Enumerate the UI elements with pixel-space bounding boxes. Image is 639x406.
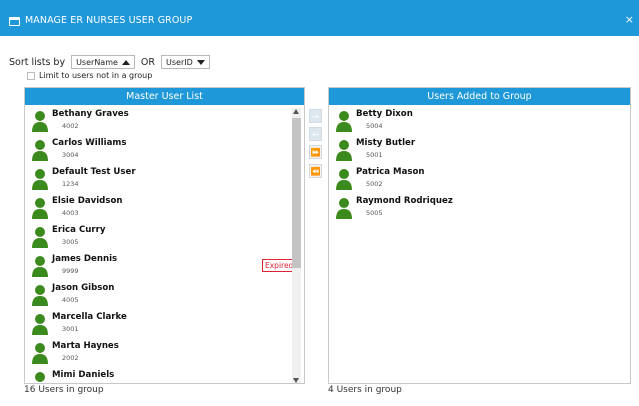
group-count: 4 Users in group [328,385,402,395]
user-name: Marta Haynes [52,341,119,351]
master-user-list[interactable]: Bethany Graves 4002 Carlos Williams 3004 Def… [25,105,304,383]
user-name: Marcella Clarke [52,312,127,322]
user-list-item[interactable]: Erica Curry 3005 [32,223,302,251]
user-list-item[interactable]: Betty Dixon 5004 [336,107,606,135]
user-avatar-icon [336,139,352,161]
remove-all-button[interactable]: ⏪ [309,164,322,178]
user-list-item[interactable]: Jason Gibson 4005 [32,281,302,309]
sort-ascending-icon [121,59,130,65]
user-name: Misty Butler [356,138,416,148]
user-avatar-icon [336,110,352,132]
user-avatar-icon [32,197,48,219]
user-avatar-icon [32,255,48,277]
user-avatar-icon [32,139,48,161]
sort-label: Sort lists by [9,56,66,68]
sort-or-text: OR [140,56,156,68]
sort-userid-label: UserID [166,57,193,67]
dialog-titlebar: MANAGE ER NURSES USER GROUP × [0,0,639,36]
sort-username-label: UserName [76,57,118,67]
user-list-item[interactable]: Misty Butler 5001 [336,136,606,164]
user-name: Jason Gibson [52,283,115,293]
user-id: 3004 [62,151,79,159]
user-list-item[interactable]: Bethany Graves 4002 [32,107,302,135]
window-icon [9,17,20,26]
user-avatar-icon [32,313,48,335]
user-id: 5001 [366,151,383,159]
user-avatar-icon [32,168,48,190]
user-list-item[interactable]: Default Test User 1234 [32,165,302,193]
user-id: 2002 [62,354,79,362]
user-avatar-icon [32,284,48,306]
scroll-down-icon[interactable] [293,378,299,383]
sort-by-userid-button[interactable]: UserID [161,55,210,69]
scroll-up-icon[interactable] [293,109,299,114]
master-list-scrollbar[interactable] [292,108,301,383]
sort-descending-icon [196,59,205,65]
user-id: 1234 [62,180,79,188]
master-list-header: Master User List [25,88,304,105]
dialog-title: MANAGE ER NURSES USER GROUP [25,15,193,26]
scroll-thumb[interactable] [292,118,301,268]
user-avatar-icon [32,110,48,132]
limit-checkbox[interactable] [27,71,35,80]
user-avatar-icon [336,168,352,190]
user-name: Bethany Graves [52,109,129,119]
user-avatar-icon [32,342,48,364]
user-id: 3001 [62,325,79,333]
user-id: 4002 [62,122,79,130]
sort-controls: Sort lists by UserName OR UserID [9,55,210,69]
master-count: 16 Users in group [24,385,104,395]
user-name: Mimi Daniels [52,370,115,380]
user-name: Carlos Williams [52,138,127,148]
close-icon[interactable]: × [625,14,634,25]
group-list-header: Users Added to Group [329,88,630,105]
sort-by-username-button[interactable]: UserName [71,55,135,69]
user-id: 9999 [62,267,79,275]
group-user-list[interactable]: Betty Dixon 5004 Misty Butler 5001 Patrica M… [329,105,630,383]
user-list-item[interactable]: Patrica Mason 5002 [336,165,606,193]
user-id: 5005 [366,209,383,217]
limit-filter[interactable]: Limit to users not in a group [27,71,152,80]
user-list-item[interactable]: Elsie Davidson 4003 [32,194,302,222]
user-name: Elsie Davidson [52,196,123,206]
master-user-list-panel: Master User List Bethany Graves 4002 Carlo… [24,87,305,384]
user-list-item[interactable]: Carlos Williams 3004 [32,136,302,164]
user-name: James Dennis [52,254,118,264]
user-name: Betty Dixon [356,109,413,119]
user-avatar-icon [336,197,352,219]
user-list-item[interactable]: Raymond Rodriquez 5005 [336,194,606,222]
user-name: Patrica Mason [356,167,425,177]
user-id: 4005 [62,296,79,304]
group-users-panel: Users Added to Group Betty Dixon 5004 Mist… [328,87,631,384]
user-id: 3005 [62,238,79,246]
user-id: 5004 [366,122,383,130]
user-name: Erica Curry [52,225,106,235]
limit-label: Limit to users not in a group [39,71,153,80]
user-list-item[interactable]: Marcella Clarke 3001 [32,310,302,338]
user-name: Raymond Rodriquez [356,196,453,206]
user-list-item[interactable]: James Dennis 9999 Expired [32,252,302,280]
user-list-item[interactable]: Mimi Daniels [32,368,302,383]
add-all-button[interactable]: ⏩ [309,145,322,159]
add-selected-button[interactable]: → [309,109,322,123]
user-list-item[interactable]: Marta Haynes 2002 [32,339,302,367]
user-avatar-icon [32,371,48,383]
user-id: 4003 [62,209,79,217]
user-id: 5002 [366,180,383,188]
remove-selected-button[interactable]: ← [309,127,322,141]
user-name: Default Test User [52,167,136,177]
user-avatar-icon [32,226,48,248]
